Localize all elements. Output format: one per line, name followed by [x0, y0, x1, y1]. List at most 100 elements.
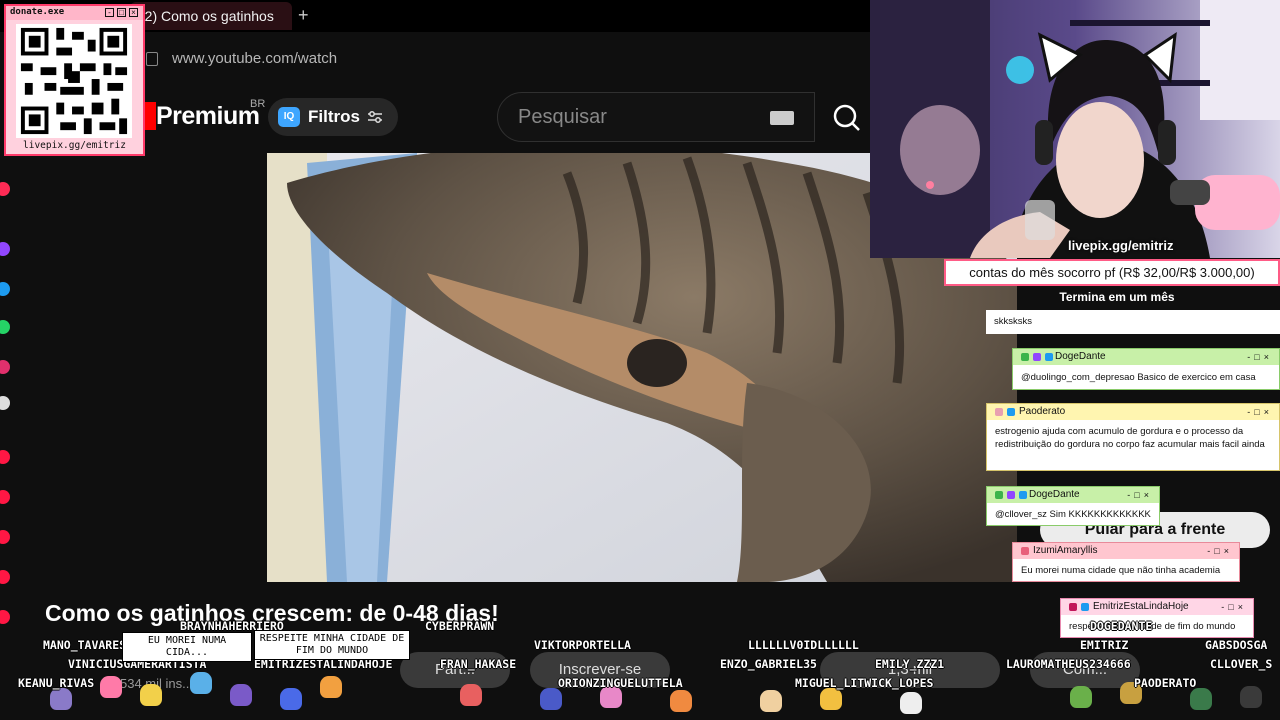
- page-info-icon[interactable]: [146, 52, 158, 66]
- filters-button[interactable]: IQ Filtros: [268, 98, 398, 136]
- donation-goal-bar: contas do mês socorro pf (R$ 32,00/R$ 3.…: [944, 259, 1280, 286]
- qr-title: donate.exe: [10, 7, 65, 17]
- region-badge: BR: [250, 98, 266, 110]
- overlay-username: MANO_TAVARES: [43, 638, 127, 652]
- pet-sprite: [670, 690, 692, 712]
- instagram-icon: [0, 182, 10, 196]
- twitter-icon: [0, 282, 10, 296]
- chat-text: skksksks: [986, 310, 1280, 334]
- webcam-image: [870, 0, 1280, 258]
- heart-icon: [0, 530, 10, 544]
- badge-icon: [995, 491, 1003, 499]
- pet-sprite: [460, 684, 482, 706]
- window-controls-icon: -□×: [1247, 407, 1273, 417]
- overlay-username: EMILY_ZZZ1: [875, 657, 945, 671]
- badge-icon: [995, 408, 1003, 416]
- maximize-icon: □: [117, 8, 126, 17]
- keyboard-icon[interactable]: [770, 111, 794, 125]
- chat-message-2: Paoderato -□× estrogenio ajuda com acumu…: [986, 403, 1280, 471]
- overlay-username: KEANU_RIVAS: [18, 676, 95, 690]
- pet-sprite: [280, 688, 302, 710]
- overlay-username: PAODERATO: [1134, 676, 1197, 690]
- overlay-username: DOGEDANTE: [1090, 619, 1153, 633]
- overlay-username: EMITRIZ: [1080, 638, 1129, 652]
- arrow-icon: [0, 610, 10, 624]
- sliders-icon: [368, 111, 382, 123]
- minimize-icon: -: [105, 8, 114, 17]
- chat-header: Paoderato -□×: [987, 404, 1279, 420]
- chat-text: @duolingo_com_depresao Basico de exercic…: [1013, 365, 1279, 389]
- close-icon: ×: [129, 8, 138, 17]
- overlay-username: ENZO_GABRIEL35: [720, 657, 817, 671]
- chat-header: DogeDante -□×: [987, 487, 1159, 503]
- chat-message-3: DogeDante -□× @cllover_sz Sim KKKKKKKKKK…: [986, 486, 1160, 526]
- overlay-username: LLLLLLV0IDLLLLLL: [748, 638, 859, 652]
- overlay-username: MIGUEL_LITWICK_LOPES: [795, 676, 934, 690]
- chat-text: Eu morei numa cidade que não tinha acade…: [1013, 559, 1239, 581]
- youtube-premium-logo[interactable]: Premium: [156, 102, 260, 131]
- overlay-username: VIKTORPORTELLA: [534, 638, 631, 652]
- pet-sprite: [50, 688, 72, 710]
- badge-icon: [1033, 353, 1041, 361]
- pet-sprite: [100, 676, 122, 698]
- pet-sprite: [190, 672, 212, 694]
- chat-username: DogeDante: [1029, 489, 1080, 500]
- browser-tab[interactable]: (2) Como os gatinhos: [130, 2, 292, 30]
- chat-header: EmitrizEstaLindaHoje -□×: [1061, 599, 1253, 615]
- whatsapp-icon: [0, 320, 10, 334]
- donate-qr-widget: donate.exe - □ × livepix.gg/emitriz: [4, 4, 145, 156]
- pet-sprite: [1070, 686, 1092, 708]
- webcam-feed: [870, 0, 1280, 258]
- badge-icon: [1007, 408, 1015, 416]
- goal-subtitle: Termina em um mês: [1059, 290, 1175, 304]
- goal-text: contas do mês socorro pf (R$ 32,00/R$ 3.…: [969, 265, 1255, 280]
- badge-icon: [1045, 353, 1053, 361]
- pet-sprite: [900, 692, 922, 714]
- chat-text: estrogenio ajuda com acumulo de gordura …: [987, 420, 1279, 470]
- chat-username: IzumiAmaryllis: [1033, 545, 1098, 556]
- pet-sprite: [760, 690, 782, 712]
- overlay-speech-bubble: RESPEITE MINHA CIDADE DE FIM DO MUNDO: [254, 630, 410, 660]
- pet-sprite: [230, 684, 252, 706]
- chat-username: DogeDante: [1055, 351, 1106, 362]
- chat-message-0: skksksks: [986, 310, 1280, 334]
- search-input[interactable]: Pesquisar: [497, 92, 815, 142]
- iq-badge: IQ: [278, 107, 300, 127]
- pet-sprite: [1190, 688, 1212, 710]
- window-controls-icon: -□×: [1221, 602, 1247, 612]
- window-controls-icon: -□×: [1247, 352, 1273, 362]
- chat-message-4: IzumiAmaryllis -□× Eu morei numa cidade …: [1012, 542, 1240, 582]
- chat-text: @cllover_sz Sim KKKKKKKKKKKKK: [987, 503, 1159, 525]
- x-icon: [0, 396, 10, 410]
- chat-username: EmitrizEstaLindaHoje: [1093, 601, 1189, 612]
- pet-sprite: [540, 688, 562, 710]
- badge-icon: [1069, 603, 1077, 611]
- overlay-speech-bubble: EU MOREI NUMA CIDA...: [122, 632, 252, 662]
- badge-icon: [1021, 547, 1029, 555]
- url-text[interactable]: www.youtube.com/watch: [172, 50, 337, 67]
- chat-username: Paoderato: [1019, 406, 1066, 417]
- pet-sprite: [140, 684, 162, 706]
- pet-sprite: [320, 676, 342, 698]
- overlay-username: LAUROMATHEUS234666: [1006, 657, 1131, 671]
- overlay-username: CYBERPRAWN: [425, 619, 495, 633]
- pet-sprite: [1240, 686, 1262, 708]
- window-controls-icon: -□×: [1127, 490, 1153, 500]
- chat-message-1: DogeDante -□× @duolingo_com_depresao Bas…: [1012, 348, 1280, 390]
- window-controls-icon: -□×: [1207, 546, 1233, 556]
- overlay-username: CLLOVER_S: [1210, 657, 1273, 671]
- grid-icon: [0, 490, 10, 504]
- social-icons-rail: [0, 160, 14, 720]
- tiktok-icon: [0, 360, 10, 374]
- clock-icon: [0, 570, 10, 584]
- badge-icon: [1021, 353, 1029, 361]
- overlay-username: ORIONZINGUELUTTELA: [558, 676, 683, 690]
- new-tab-button[interactable]: +: [298, 4, 309, 26]
- qr-titlebar: donate.exe - □ ×: [6, 6, 143, 20]
- badge-icon: [1007, 491, 1015, 499]
- badge-icon: [1019, 491, 1027, 499]
- chat-header: DogeDante -□×: [1013, 349, 1279, 365]
- badge-icon: [1081, 603, 1089, 611]
- chat-header: IzumiAmaryllis -□×: [1013, 543, 1239, 559]
- overlay-username: FRAN_HAKASE: [440, 657, 517, 671]
